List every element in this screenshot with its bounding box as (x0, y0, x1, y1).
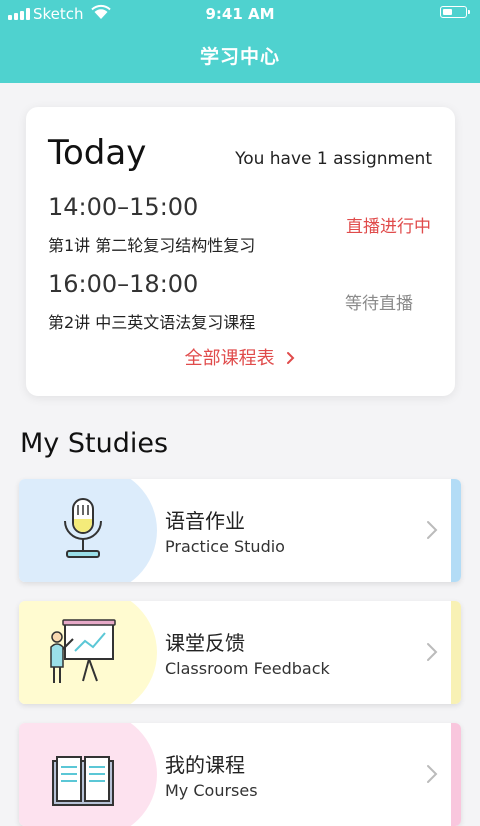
chevron-right-icon (287, 352, 295, 364)
card-title-en: My Courses (165, 781, 258, 800)
card-title-en: Practice Studio (165, 537, 285, 556)
battery-icon (440, 6, 470, 18)
microphone-icon (64, 498, 102, 558)
card-accent-stripe (451, 479, 461, 582)
open-book-icon (52, 756, 114, 806)
card-accent-stripe (451, 601, 461, 704)
session-title[interactable]: 第1讲 第二轮复习结构性复习 (48, 232, 255, 256)
chevron-right-icon (427, 765, 438, 783)
session-time: 14:00–15:00 (48, 193, 199, 221)
clock: 9:41 AM (205, 5, 275, 23)
today-title: Today (48, 133, 147, 173)
today-card: Today You have 1 assignment 14:00–15:00 … (26, 107, 455, 396)
assignment-count: You have 1 assignment (235, 149, 432, 169)
card-title-cn: 我的课程 (165, 753, 245, 777)
card-title-cn: 课堂反馈 (165, 631, 245, 655)
chevron-right-icon (427, 521, 438, 539)
session-status-live[interactable]: 直播进行中 (346, 212, 431, 237)
card-accent-stripe (451, 723, 461, 826)
session-time: 16:00–18:00 (48, 270, 199, 298)
presentation-board-icon (50, 619, 116, 683)
chevron-right-icon (427, 643, 438, 661)
study-card-classroom-feedback[interactable]: 课堂反馈 Classroom Feedback (19, 601, 461, 704)
card-title-en: Classroom Feedback (165, 659, 330, 678)
session-status-waiting: 等待直播 (345, 294, 413, 314)
card-title-cn: 语音作业 (165, 509, 245, 533)
header: Sketch 9:41 AM 学习中心 (0, 0, 480, 83)
full-schedule-link[interactable]: 全部课程表 (26, 344, 455, 370)
session-title[interactable]: 第2讲 中三英文语法复习课程 (48, 309, 255, 333)
study-card-my-courses[interactable]: 我的课程 My Courses (19, 723, 461, 826)
page-title: 学习中心 (199, 46, 280, 68)
full-schedule-label: 全部课程表 (184, 348, 275, 369)
study-card-practice-studio[interactable]: 语音作业 Practice Studio (19, 479, 461, 582)
status-bar: Sketch 9:41 AM (0, 0, 480, 28)
section-title: My Studies (20, 428, 169, 459)
